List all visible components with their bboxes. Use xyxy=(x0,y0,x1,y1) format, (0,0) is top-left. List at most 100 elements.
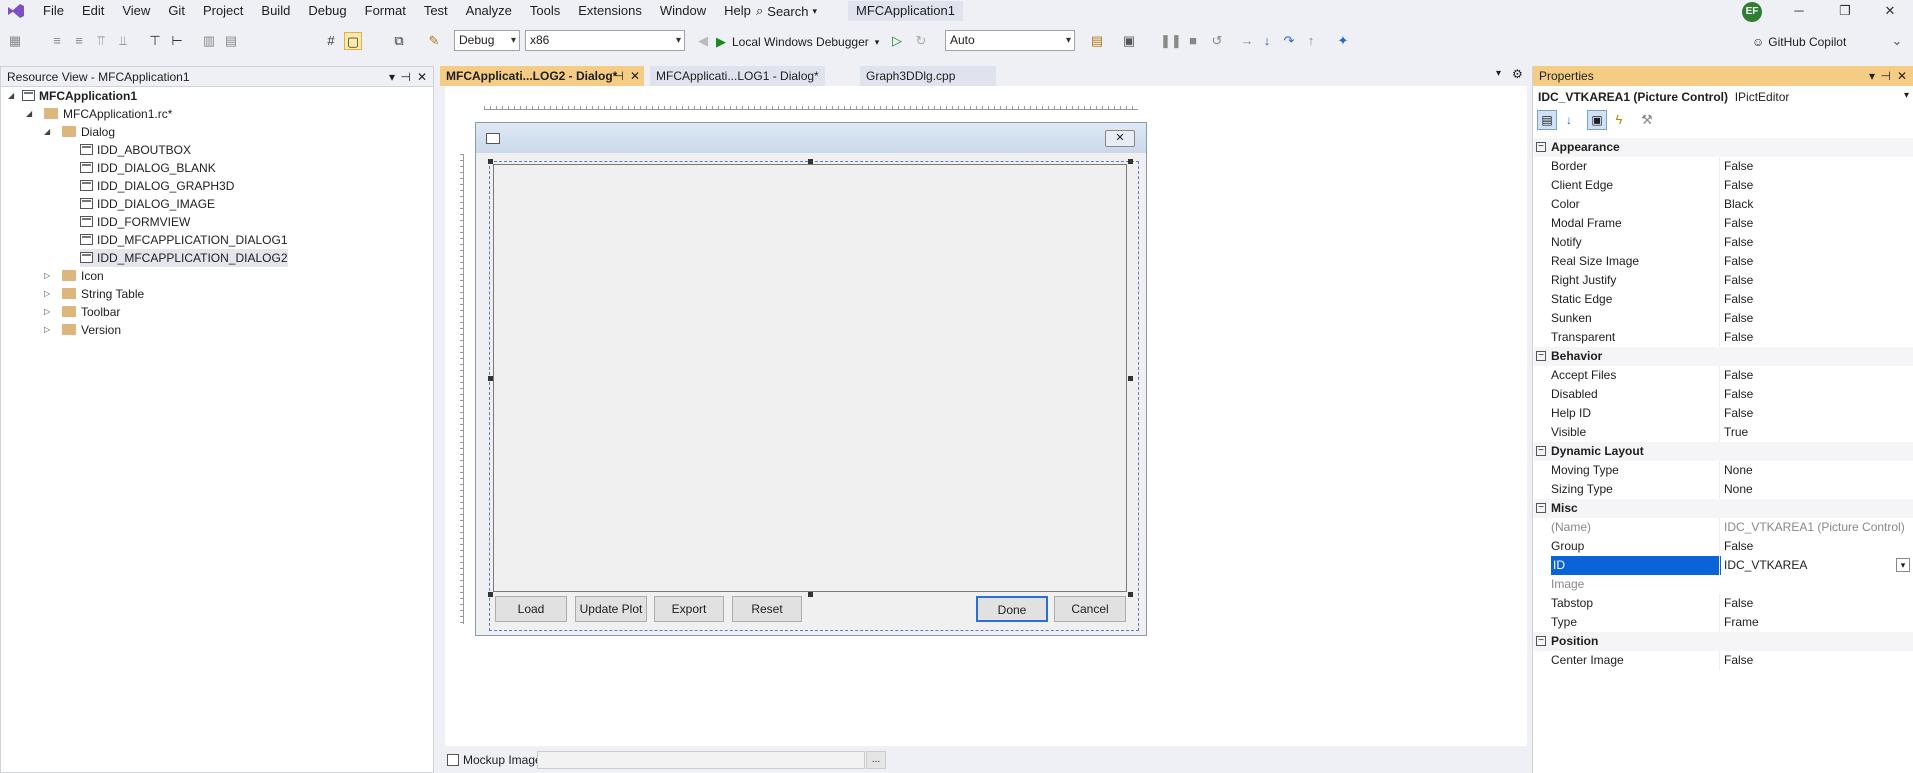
object-selector[interactable]: IDC_VTKAREA1 (Picture Control) IPictEdit… xyxy=(1538,88,1789,106)
property-row[interactable]: Modal Frame False xyxy=(1533,214,1913,233)
property-category[interactable]: − Behavior xyxy=(1533,347,1913,366)
expand-icon[interactable]: ▷ xyxy=(44,271,50,280)
property-value[interactable]: False xyxy=(1719,366,1909,385)
property-row[interactable]: Right Justify False xyxy=(1533,271,1913,290)
start-debugging-button[interactable]: ▶ Local Windows Debugger ▾ xyxy=(716,31,879,53)
property-value[interactable]: False xyxy=(1719,537,1909,556)
tab-graph3ddlg-cpp[interactable]: Graph3DDlg.cpp xyxy=(860,66,996,86)
property-value[interactable]: False xyxy=(1719,214,1909,233)
step-into-icon[interactable]: ↓ xyxy=(1258,32,1276,50)
chevron-down-icon[interactable]: ▾ xyxy=(1896,558,1910,572)
property-row[interactable]: Group False xyxy=(1533,537,1913,556)
property-row[interactable]: Center Image False xyxy=(1533,651,1913,670)
done-button[interactable]: Done xyxy=(976,596,1048,622)
tree-folder-dialog[interactable]: Dialog xyxy=(62,123,115,141)
pin-icon[interactable]: ⊣ xyxy=(401,67,411,87)
property-value[interactable]: IDC_VTKAREA xyxy=(1719,556,1909,575)
chevron-down-icon[interactable]: ▾ xyxy=(389,67,395,87)
toggle-guides-icon[interactable]: ▢ xyxy=(344,32,362,50)
tree-item-dialog[interactable]: IDD_MFCAPPLICATION_DIALOG2 xyxy=(80,249,288,267)
property-row[interactable]: Visible True xyxy=(1533,423,1913,442)
restore-button[interactable]: ❐ xyxy=(1822,0,1868,22)
pause-icon[interactable]: ❚❚ xyxy=(1160,32,1182,50)
reset-button[interactable]: Reset xyxy=(732,596,802,622)
property-value[interactable]: False xyxy=(1719,271,1909,290)
menu-extensions[interactable]: Extensions xyxy=(569,0,651,22)
resize-handle[interactable] xyxy=(1128,376,1133,381)
close-icon[interactable]: ✕ xyxy=(417,67,427,87)
resize-handle[interactable] xyxy=(488,376,493,381)
search-button[interactable]: ⌕ Search ▾ xyxy=(756,0,817,22)
collapse-icon[interactable]: ◢ xyxy=(26,109,32,118)
menu-file[interactable]: File xyxy=(34,0,73,22)
configuration-select[interactable]: Debug xyxy=(454,30,520,51)
align-bottom-icon[interactable]: ⫫ xyxy=(114,32,132,50)
properties-icon[interactable]: ▣ xyxy=(1587,110,1607,130)
property-row[interactable]: Transparent False xyxy=(1533,328,1913,347)
close-icon[interactable]: ✕ xyxy=(630,66,640,86)
chevron-down-icon[interactable]: ▾ xyxy=(1904,90,1909,101)
property-row[interactable]: Sunken False xyxy=(1533,309,1913,328)
property-value[interactable]: False xyxy=(1719,404,1909,423)
property-row[interactable]: Sizing Type None xyxy=(1533,480,1913,499)
diagnostics-icon[interactable]: ✦ xyxy=(1334,32,1352,50)
align-left-icon[interactable]: ≡ xyxy=(48,32,66,50)
open-icon[interactable]: ✎ xyxy=(425,32,443,50)
collapse-icon[interactable]: − xyxy=(1536,142,1546,152)
property-row[interactable]: Moving Type None xyxy=(1533,461,1913,480)
auto-select[interactable]: Auto xyxy=(945,30,1075,51)
property-value[interactable]: None xyxy=(1719,480,1909,499)
property-value[interactable]: False xyxy=(1719,157,1909,176)
menu-edit[interactable]: Edit xyxy=(73,0,113,22)
vtk-picture-control[interactable] xyxy=(493,164,1127,592)
property-row[interactable]: Type Frame xyxy=(1533,613,1913,632)
toggle-grid-icon[interactable]: # xyxy=(322,32,340,50)
property-value[interactable]: False xyxy=(1719,385,1909,404)
menu-debug[interactable]: Debug xyxy=(299,0,355,22)
tree-folder[interactable]: Icon xyxy=(62,267,104,285)
expand-icon[interactable]: ▷ xyxy=(44,325,50,334)
tab-dialog2[interactable]: MFCApplicati...LOG2 - Dialog* ⊣ ✕ xyxy=(440,66,644,86)
mockup-image-path-input[interactable] xyxy=(537,751,865,769)
property-row[interactable]: Accept Files False xyxy=(1533,366,1913,385)
menu-help[interactable]: Help xyxy=(715,0,760,22)
folder-icon[interactable]: ▤ xyxy=(1088,32,1106,50)
menu-tools[interactable]: Tools xyxy=(521,0,569,22)
collapse-icon[interactable]: ◢ xyxy=(44,127,50,136)
expand-icon[interactable]: ▷ xyxy=(44,289,50,298)
mockup-image-checkbox[interactable] xyxy=(447,754,459,766)
property-row[interactable]: (Name) IDC_VTKAREA1 (Picture Control) xyxy=(1533,518,1913,537)
property-row[interactable]: Notify False xyxy=(1533,233,1913,252)
pin-icon[interactable]: ⊣ xyxy=(1881,66,1891,86)
center-horizontal-icon[interactable]: ⊤ xyxy=(146,32,164,50)
property-value[interactable]: True xyxy=(1719,423,1909,442)
property-value[interactable]: False xyxy=(1719,651,1909,670)
collapse-icon[interactable]: − xyxy=(1536,446,1546,456)
property-category[interactable]: − Dynamic Layout xyxy=(1533,442,1913,461)
property-value[interactable]: Frame xyxy=(1719,613,1909,632)
menu-format[interactable]: Format xyxy=(356,0,415,22)
close-icon[interactable]: ✕ xyxy=(1897,66,1907,86)
menu-git[interactable]: Git xyxy=(159,0,194,22)
property-category[interactable]: − Misc xyxy=(1533,499,1913,518)
property-category[interactable]: − Appearance xyxy=(1533,138,1913,157)
tab-list-icon[interactable]: ▾ xyxy=(1496,68,1501,79)
collapse-icon[interactable]: − xyxy=(1536,636,1546,646)
tree-folder[interactable]: String Table xyxy=(62,285,144,303)
layout-icon[interactable]: ▣ xyxy=(1120,32,1138,50)
minimize-button[interactable]: ─ xyxy=(1776,0,1822,22)
property-row[interactable]: Client Edge False xyxy=(1533,176,1913,195)
property-value[interactable]: Black xyxy=(1719,195,1909,214)
property-category[interactable]: − Position xyxy=(1533,632,1913,651)
tree-rc-file[interactable]: MFCApplication1.rc* xyxy=(44,105,172,123)
menu-test[interactable]: Test xyxy=(415,0,457,22)
property-row[interactable]: Tabstop False xyxy=(1533,594,1913,613)
property-row[interactable]: Disabled False xyxy=(1533,385,1913,404)
resize-handle[interactable] xyxy=(488,159,493,164)
menu-view[interactable]: View xyxy=(113,0,159,22)
property-value[interactable]: False xyxy=(1719,252,1909,271)
stop-icon[interactable]: ■ xyxy=(1184,32,1202,50)
property-row[interactable]: Help ID False xyxy=(1533,404,1913,423)
step-out-icon[interactable]: ↑ xyxy=(1302,32,1320,50)
browse-button[interactable]: ... xyxy=(866,751,886,769)
